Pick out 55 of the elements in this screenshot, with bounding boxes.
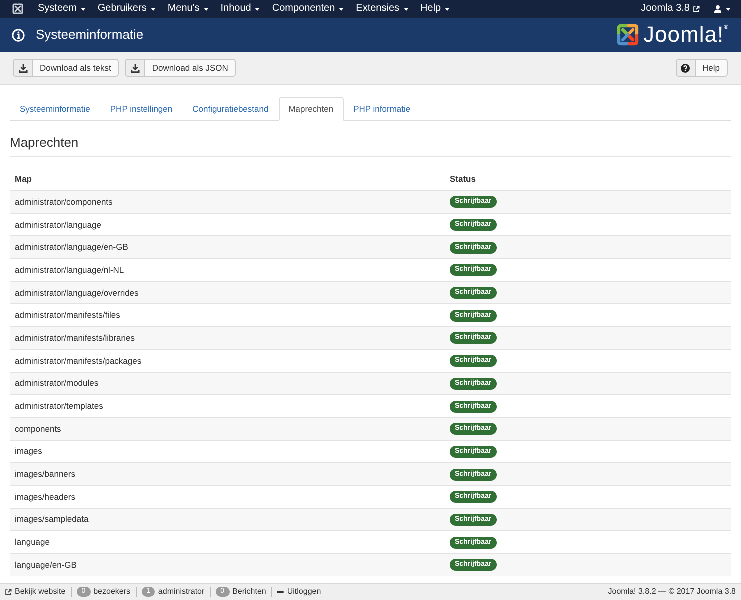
status-text: Berichten (232, 586, 266, 598)
table-cell: language/en-GB (10, 554, 445, 576)
table-cell: components (10, 417, 445, 440)
caret-icon (255, 8, 260, 10)
caret-icon (204, 8, 209, 10)
caret-icon (404, 8, 409, 10)
tab[interactable]: Configuratiebestand (182, 97, 279, 121)
table-cell: administrator/language/en-GB (10, 236, 445, 259)
table-cell: images/banners (10, 462, 445, 486)
logo-icon (616, 23, 640, 47)
caret-icon (726, 8, 731, 10)
download-button[interactable]: Download als tekst (13, 59, 120, 77)
external-link-icon (693, 6, 700, 12)
table-cell: administrator/modules (10, 372, 445, 395)
version-text: Joomla! 3.8.2 — © 2017 Joomla 3.8 (608, 586, 736, 598)
download-icon (130, 64, 140, 72)
menu-item[interactable]: Gebruikers (92, 2, 162, 16)
menu-item[interactable]: Systeem (32, 2, 92, 16)
caret-icon (150, 8, 156, 10)
view-site-link[interactable]: Bekijk website (5, 586, 66, 598)
menu-item[interactable]: Inhoud (214, 2, 266, 16)
column-header: Status (445, 168, 731, 190)
help-button[interactable]: Help (676, 59, 728, 77)
status-text: administrator (158, 586, 205, 598)
table-cell: administrator/components (10, 190, 445, 214)
download-button[interactable]: Download als JSON (125, 59, 236, 77)
caret-icon (445, 8, 450, 10)
site-link[interactable]: Joomla 3.8 (641, 2, 700, 16)
caret-icon (339, 8, 344, 10)
page-title: Systeeminformatie (36, 27, 144, 43)
user-icon (714, 5, 722, 13)
caret-icon (80, 8, 86, 10)
status-text: bezoekers (94, 586, 131, 598)
external-link-icon (5, 588, 12, 596)
logout-link[interactable]: Uitloggen (277, 586, 322, 598)
logo-text: Joomla!$^{®}$ (644, 23, 729, 47)
menu-item[interactable]: Extensies (350, 2, 415, 16)
tab[interactable]: PHP informatie (344, 97, 421, 121)
table-cell: administrator/language/overrides (10, 281, 445, 304)
tab[interactable]: PHP instellingen (100, 97, 183, 121)
minus-icon (277, 591, 284, 593)
menu-item[interactable]: Componenten (266, 2, 350, 16)
download-icon (18, 64, 28, 72)
table-cell: images/sampledata (10, 508, 445, 531)
user-menu-button[interactable] (714, 3, 731, 15)
table-cell: administrator/manifests/libraries (10, 326, 445, 350)
info-icon (12, 28, 25, 42)
tab[interactable]: Maprechten (278, 97, 344, 121)
help-icon (681, 64, 690, 72)
tab[interactable]: Systeeminformatie (10, 97, 100, 121)
section-heading: Maprechten (10, 135, 731, 157)
menu-item[interactable]: Menu's (162, 2, 215, 16)
logo-icon[interactable] (12, 3, 24, 15)
menu-item[interactable]: Help (414, 2, 456, 16)
column-header: Map (10, 168, 445, 190)
